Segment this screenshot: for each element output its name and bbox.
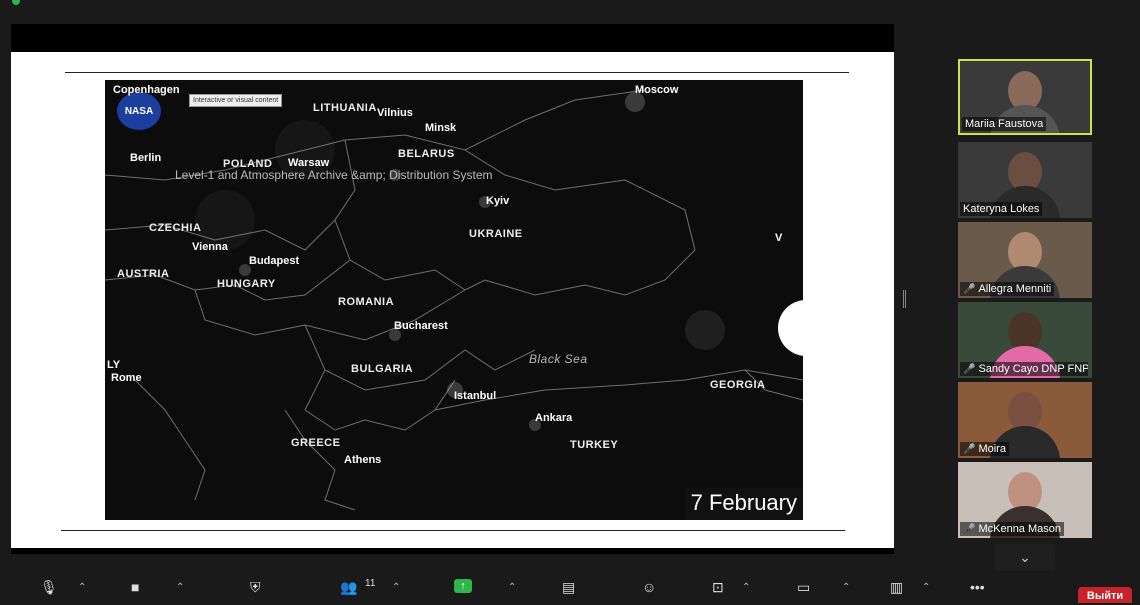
mic-muted-icon: 🎤 [963, 284, 976, 295]
zoom-window: NASA Interactive or visual content Level… [0, 0, 1140, 603]
chevron-up-icon[interactable]: ⌃ [508, 582, 516, 593]
shared-screen: NASA Interactive or visual content Level… [11, 24, 894, 554]
city-label: Kyiv [486, 195, 510, 207]
participant-tile[interactable]: 🎤 Sandy Cayo DNP FNP... [958, 302, 1092, 378]
participants-count: 11 [365, 578, 376, 589]
participants-icon[interactable]: 👥 [340, 579, 357, 596]
more-participants-button[interactable]: ⌄ [995, 543, 1055, 571]
source-caption: Level-1 and Atmosphere Archive &amp; Dis… [175, 168, 493, 182]
split-handle[interactable] [903, 290, 906, 308]
chevron-up-icon[interactable]: ⌃ [392, 582, 400, 593]
participant-tile[interactable]: 🎤 Allegra Menniti [958, 222, 1092, 298]
chevron-down-icon: ⌄ [1019, 549, 1031, 565]
map-fragment-label: V [775, 232, 783, 244]
participant-name: Kateryna Lokes [960, 202, 1043, 216]
city-label: Bucharest [394, 320, 448, 332]
country-label: BELARUS [398, 148, 455, 160]
country-label: GREECE [291, 437, 341, 449]
city-label: Moscow [635, 84, 679, 96]
meeting-toolbar: 🎙 ⌃ ■ ⌃ ⛨ 👥 11 ⌃ ↑ ⌃ ▤ ☺ ⊡ ⌃ ▭ ⌃ ▥ ⌃ ••• [0, 576, 1140, 600]
city-label: Minsk [425, 122, 457, 134]
night-lights-map: NASA Interactive or visual content Level… [105, 80, 803, 520]
chevron-up-icon[interactable]: ⌃ [742, 582, 750, 593]
participant-name: 🎤 Sandy Cayo DNP FNP... [960, 362, 1088, 376]
slide-bottom-rule [61, 530, 845, 531]
city-label: Ankara [535, 412, 573, 424]
city-label: Vilnius [377, 107, 413, 119]
participant-name: Mariia Faustova [962, 117, 1047, 131]
chevron-up-icon[interactable]: ⌃ [176, 582, 184, 593]
city-label: Istanbul [454, 390, 497, 402]
security-icon[interactable]: ⛨ [250, 579, 261, 596]
mic-icon[interactable]: 🎙 [40, 579, 58, 596]
country-label: LITHUANIA [313, 102, 377, 114]
map-fragment-label: LY [107, 359, 121, 371]
more-icon[interactable]: ••• [970, 579, 985, 595]
participant-name: 🎤 Moira [960, 442, 1009, 456]
city-label: Budapest [249, 255, 300, 267]
map-borders [105, 89, 803, 511]
nasa-logo: NASA [117, 92, 161, 130]
participant-tile[interactable]: 🎤 McKenna Mason [958, 462, 1092, 538]
participant-name: 🎤 McKenna Mason [960, 522, 1064, 536]
chevron-up-icon[interactable]: ⌃ [842, 582, 850, 593]
title-bar [0, 0, 1140, 6]
slide-decoration [778, 300, 834, 356]
participant-name: 🎤 Allegra Menniti [960, 282, 1055, 296]
slide-top-rule [65, 72, 849, 73]
country-label: AUSTRIA [117, 268, 170, 280]
city-label: Warsaw [288, 157, 330, 169]
country-label: BULGARIA [351, 363, 414, 375]
status-dot [12, 0, 20, 5]
sea-label: Black Sea [529, 352, 588, 366]
country-label: GEORGIA [710, 379, 766, 391]
share-screen-icon[interactable]: ↑ [454, 579, 472, 593]
city-label: Athens [344, 454, 382, 466]
tooltip: Interactive or visual content [189, 94, 283, 107]
mic-muted-icon: 🎤 [963, 364, 976, 375]
presentation-slide: NASA Interactive or visual content Level… [11, 52, 894, 548]
leave-button[interactable]: Выйти [1078, 587, 1132, 603]
participant-tile[interactable]: 🎤 Moira [958, 382, 1092, 458]
notes-icon[interactable]: ▤ [562, 579, 575, 596]
participant-tile[interactable]: Mariia Faustova [958, 59, 1092, 135]
reactions-icon[interactable]: ☺ [642, 579, 656, 595]
participant-tile[interactable]: Kateryna Lokes [958, 142, 1092, 218]
chevron-up-icon[interactable]: ⌃ [78, 582, 86, 593]
country-label: CZECHIA [149, 222, 202, 234]
apps-icon[interactable]: ⊡ [712, 579, 724, 596]
whiteboard-icon[interactable]: ▭ [797, 579, 810, 596]
mic-muted-icon: 🎤 [963, 524, 976, 535]
city-label: Berlin [130, 152, 162, 164]
country-label: TURKEY [570, 439, 619, 451]
video-icon[interactable]: ■ [131, 579, 139, 595]
country-label: POLAND [223, 158, 273, 170]
city-label: Copenhagen [113, 84, 180, 96]
city-label: Vienna [192, 241, 228, 253]
date-badge: 7 February [684, 487, 803, 520]
document-icon[interactable]: ▥ [890, 579, 903, 596]
chevron-up-icon[interactable]: ⌃ [922, 582, 930, 593]
country-label: UKRAINE [469, 228, 523, 240]
city-label: Rome [111, 372, 142, 384]
country-label: ROMANIA [338, 296, 395, 308]
mic-muted-icon: 🎤 [963, 444, 976, 455]
country-label: HUNGARY [217, 278, 276, 290]
